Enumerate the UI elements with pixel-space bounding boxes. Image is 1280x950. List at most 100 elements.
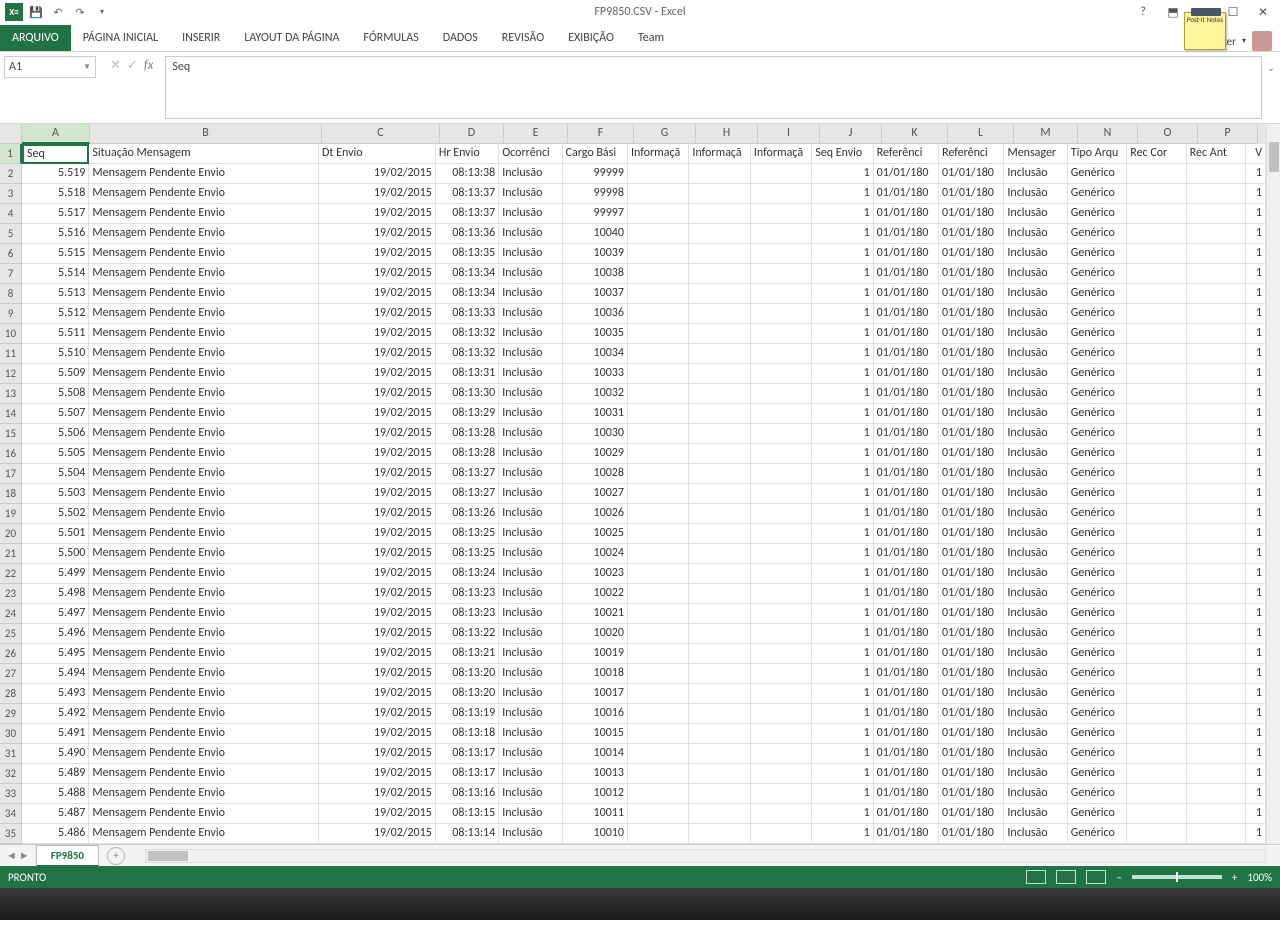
cell[interactable]: Hr Envio	[436, 144, 499, 164]
cell[interactable]: 19/02/2015	[319, 164, 436, 184]
cell[interactable]	[689, 164, 750, 184]
cell[interactable]: Mensagem Pendente Envio	[89, 564, 319, 584]
cell[interactable]: 08:13:25	[436, 544, 499, 564]
cell[interactable]: 08:13:17	[436, 764, 499, 784]
cell[interactable]	[1127, 704, 1186, 724]
cell[interactable]: 01/01/180	[874, 324, 939, 344]
row-header[interactable]: 5	[0, 224, 22, 244]
cell[interactable]: Genérico	[1068, 404, 1127, 424]
cell[interactable]	[689, 764, 750, 784]
cell[interactable]: Mensagem Pendente Envio	[89, 304, 319, 324]
column-header-I[interactable]: I	[758, 124, 820, 144]
cell[interactable]: 5.515	[22, 244, 89, 264]
cell[interactable]	[1127, 544, 1186, 564]
cell[interactable]: 5.506	[22, 424, 89, 444]
cell[interactable]: 01/01/180	[874, 824, 939, 844]
user-dropdown-icon[interactable]: ▾	[1242, 36, 1246, 46]
cell[interactable]	[1187, 624, 1246, 644]
cell[interactable]: 01/01/180	[874, 204, 939, 224]
cell[interactable]	[1127, 824, 1186, 844]
cell[interactable]: 10010	[563, 824, 628, 844]
cell[interactable]	[1127, 724, 1186, 744]
cell[interactable]: 19/02/2015	[319, 704, 436, 724]
cell[interactable]	[1127, 664, 1186, 684]
cell[interactable]: Mensagem Pendente Envio	[89, 804, 319, 824]
cell[interactable]: 01/01/180	[939, 224, 1004, 244]
row-header[interactable]: 34	[0, 804, 22, 824]
row-header[interactable]: 1	[0, 144, 22, 164]
cell[interactable]	[628, 544, 689, 564]
cell[interactable]: Mensagem Pendente Envio	[89, 704, 319, 724]
column-header-H[interactable]: H	[696, 124, 758, 144]
cell[interactable]	[689, 604, 750, 624]
cell[interactable]	[628, 264, 689, 284]
cell[interactable]: 01/01/180	[939, 364, 1004, 384]
cell[interactable]: Genérico	[1068, 524, 1127, 544]
cell[interactable]: Mensagem Pendente Envio	[89, 624, 319, 644]
cell[interactable]	[751, 344, 812, 364]
cell[interactable]: 08:13:36	[436, 224, 499, 244]
cell[interactable]: 10037	[563, 284, 628, 304]
cell[interactable]	[628, 724, 689, 744]
cell[interactable]: 1	[812, 784, 873, 804]
row-header[interactable]: 14	[0, 404, 22, 424]
cell[interactable]	[689, 684, 750, 704]
cell[interactable]: 1	[1246, 704, 1266, 724]
cell[interactable]: 1	[1246, 524, 1266, 544]
cell[interactable]: 08:13:38	[436, 164, 499, 184]
cell[interactable]: Inclusão	[1004, 504, 1067, 524]
cell[interactable]: Dt Envio	[319, 144, 436, 164]
cell[interactable]	[1127, 684, 1186, 704]
cell[interactable]	[628, 504, 689, 524]
cell[interactable]: Situação Mensagem	[89, 144, 319, 164]
cell[interactable]: 1	[812, 604, 873, 624]
cell[interactable]	[751, 804, 812, 824]
column-header-D[interactable]: D	[440, 124, 504, 144]
cell[interactable]: 08:13:14	[436, 824, 499, 844]
cell[interactable]: 08:13:31	[436, 364, 499, 384]
cell[interactable]: 08:13:23	[436, 584, 499, 604]
cell[interactable]: 01/01/180	[939, 264, 1004, 284]
cell[interactable]	[628, 364, 689, 384]
new-sheet-button[interactable]: +	[107, 847, 125, 865]
cell[interactable]	[1187, 364, 1246, 384]
cell[interactable]: 01/01/180	[939, 604, 1004, 624]
cell[interactable]	[1127, 484, 1186, 504]
cell[interactable]	[751, 544, 812, 564]
cell[interactable]: Genérico	[1068, 764, 1127, 784]
cell[interactable]: Inclusão	[1004, 424, 1067, 444]
cell[interactable]: Inclusão	[499, 544, 562, 564]
enter-formula-icon[interactable]: ✓	[127, 58, 138, 73]
cell[interactable]: 5.487	[22, 804, 89, 824]
cell[interactable]: 01/01/180	[939, 404, 1004, 424]
cell[interactable]	[1127, 164, 1186, 184]
cell[interactable]	[751, 724, 812, 744]
cell[interactable]	[689, 504, 750, 524]
cell[interactable]: Genérico	[1068, 604, 1127, 624]
cell[interactable]	[628, 324, 689, 344]
cell[interactable]	[628, 604, 689, 624]
cell[interactable]: 10034	[563, 344, 628, 364]
cell[interactable]	[628, 804, 689, 824]
cell[interactable]: 08:13:18	[436, 724, 499, 744]
cell[interactable]: 01/01/180	[939, 484, 1004, 504]
cell[interactable]: 10032	[563, 384, 628, 404]
cell[interactable]	[1127, 184, 1186, 204]
cell[interactable]	[1127, 404, 1186, 424]
cell[interactable]: 01/01/180	[939, 784, 1004, 804]
cell[interactable]: 01/01/180	[874, 224, 939, 244]
cell[interactable]: Mensagem Pendente Envio	[89, 184, 319, 204]
cell[interactable]	[1187, 424, 1246, 444]
cell[interactable]: 01/01/180	[874, 664, 939, 684]
cell[interactable]: Informaçã	[689, 144, 750, 164]
cell[interactable]: 19/02/2015	[319, 204, 436, 224]
cell[interactable]: 1	[1246, 184, 1266, 204]
cell[interactable]: Inclusão	[1004, 784, 1067, 804]
cell[interactable]: Genérico	[1068, 304, 1127, 324]
cell[interactable]	[1187, 824, 1246, 844]
cell[interactable]: 1	[1246, 564, 1266, 584]
cell[interactable]: Inclusão	[1004, 384, 1067, 404]
cell[interactable]	[751, 564, 812, 584]
cell[interactable]: 5.503	[22, 484, 89, 504]
cell[interactable]: Genérico	[1068, 624, 1127, 644]
